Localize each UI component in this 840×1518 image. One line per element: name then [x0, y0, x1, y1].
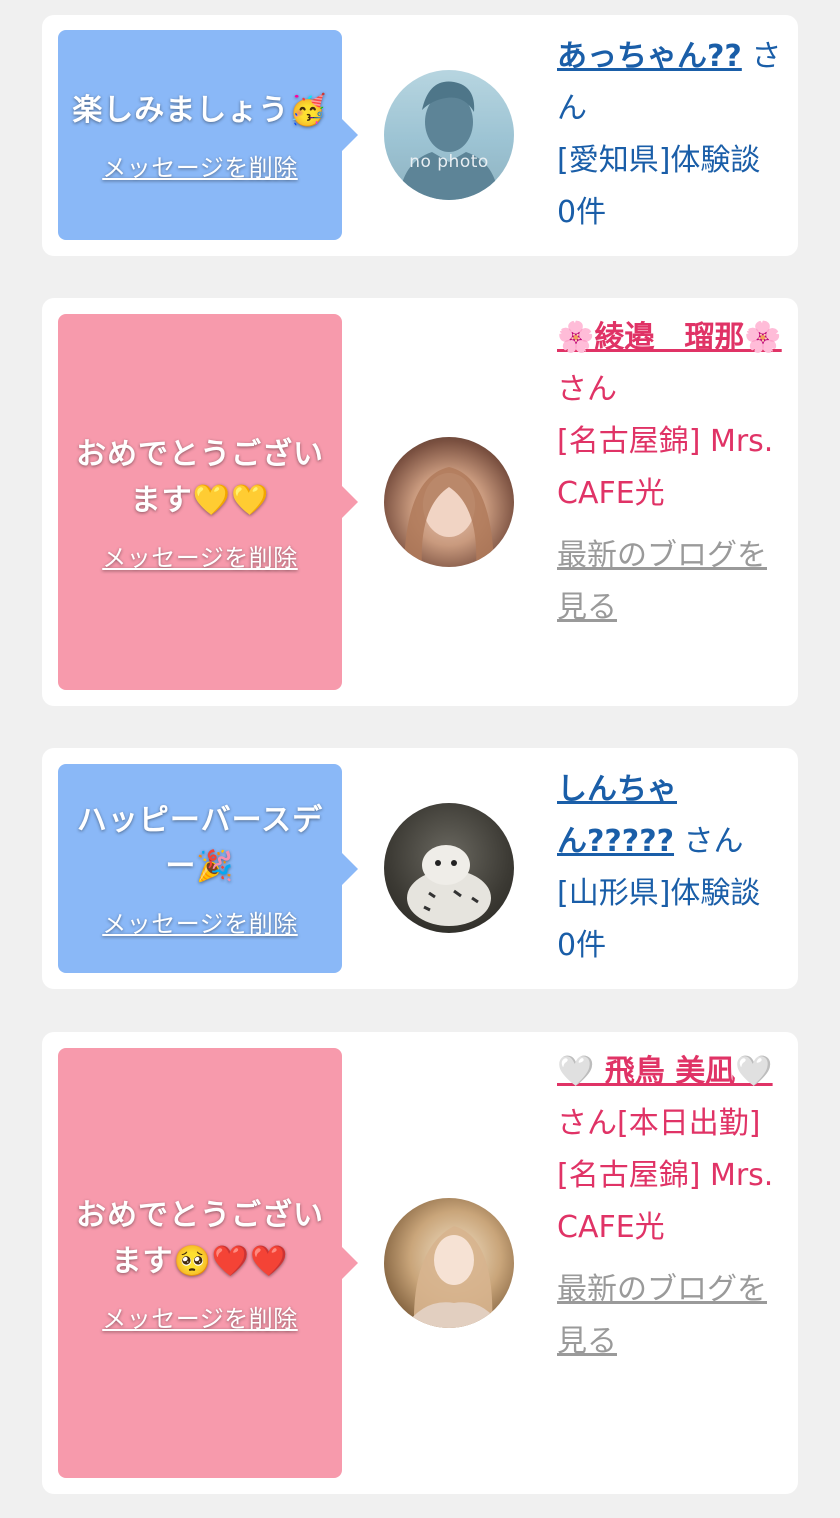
message-card: ハッピーバースデー🎉 メッセージを削除 しんちゃん????? さん [山形県]体…: [42, 748, 798, 989]
latest-blog-link[interactable]: 最新のブログを見る: [557, 1264, 782, 1368]
delete-message-link[interactable]: メッセージを削除: [102, 538, 298, 573]
message-bubble: おめでとうございます💛💛 メッセージを削除: [58, 314, 358, 690]
message-bubble: ハッピーバースデー🎉 メッセージを削除: [58, 764, 358, 973]
message-text: 楽しみましょう🥳: [72, 92, 328, 128]
profile-photo-icon: [404, 1226, 502, 1328]
avatar[interactable]: no photo: [384, 70, 514, 200]
sender-info: 🌸綾邉 瑠那🌸 さん [名古屋錦] Mrs.CAFE光 最新のブログを見る: [557, 312, 782, 634]
name-suffix: さん: [674, 824, 744, 859]
message-card: おめでとうございます💛💛 メッセージを削除 🌸綾邉 瑠那🌸 さん [名古屋錦] …: [42, 298, 798, 706]
name-suffix: さん: [557, 372, 617, 407]
sender-name-link[interactable]: しんちゃん?????: [557, 772, 677, 859]
profile-photo-icon: [404, 467, 494, 567]
sender-detail: [山形県]体験談 0件: [557, 876, 761, 963]
message-text: ハッピーバースデー🎉: [76, 803, 324, 884]
message-text: おめでとうございます🥺❤️❤️: [76, 1197, 324, 1279]
name-suffix: さん[本日出勤]: [557, 1106, 761, 1141]
no-photo-label: no photo: [409, 152, 489, 172]
delete-message-link[interactable]: メッセージを削除: [102, 148, 298, 183]
avatar[interactable]: [384, 1198, 514, 1328]
delete-message-link[interactable]: メッセージを削除: [102, 904, 298, 939]
person-silhouette-icon: [399, 81, 499, 200]
sender-name-link[interactable]: あっちゃん??: [557, 39, 742, 74]
message-bubble: 楽しみましょう🥳 メッセージを削除: [58, 30, 358, 240]
sender-detail: [名古屋錦] Mrs.CAFE光: [557, 1158, 774, 1245]
plush-tiger-photo-icon: [407, 845, 491, 926]
sender-detail: [名古屋錦] Mrs.CAFE光: [557, 424, 774, 511]
sender-info: あっちゃん?? さん [愛知県]体験談 0件: [557, 31, 782, 239]
latest-blog-link[interactable]: 最新のブログを見る: [557, 530, 782, 634]
message-card: おめでとうございます🥺❤️❤️ メッセージを削除 🤍 飛鳥 美凪🤍 さん[本日出…: [42, 1032, 798, 1494]
sender-name-link[interactable]: 🤍 飛鳥 美凪🤍: [557, 1054, 773, 1089]
avatar[interactable]: [384, 437, 514, 567]
sender-info: しんちゃん????? さん [山形県]体験談 0件: [557, 764, 782, 972]
delete-message-link[interactable]: メッセージを削除: [102, 1299, 298, 1334]
message-text: おめでとうございます💛💛: [76, 436, 324, 518]
sender-info: 🤍 飛鳥 美凪🤍 さん[本日出勤] [名古屋錦] Mrs.CAFE光 最新のブロ…: [557, 1046, 782, 1368]
avatar[interactable]: [384, 803, 514, 933]
sender-detail: [愛知県]体験談 0件: [557, 143, 761, 230]
sender-name-link[interactable]: 🌸綾邉 瑠那🌸: [557, 320, 782, 355]
message-bubble: おめでとうございます🥺❤️❤️ メッセージを削除: [58, 1048, 358, 1478]
message-card: 楽しみましょう🥳 メッセージを削除 no photo あっちゃん?? さん [愛…: [42, 15, 798, 256]
